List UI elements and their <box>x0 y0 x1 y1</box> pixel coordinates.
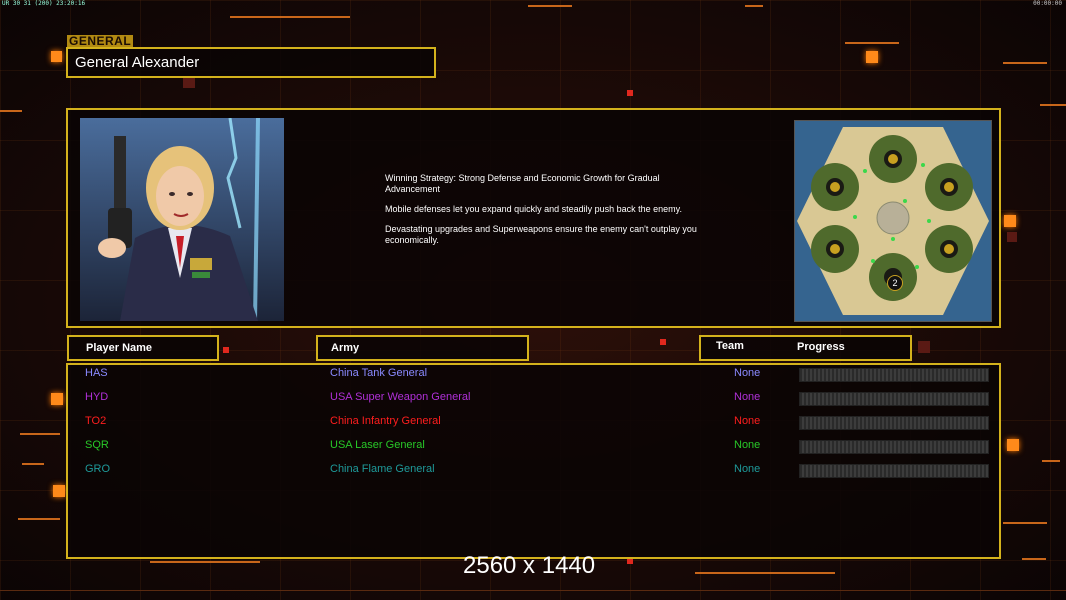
deco-square <box>866 51 878 63</box>
deco-line <box>1003 522 1047 524</box>
strategy-line-2: Mobile defenses let you expand quickly a… <box>385 204 683 214</box>
deco-line <box>0 110 22 112</box>
player-name: HAS <box>85 367 108 379</box>
player-name: TO2 <box>85 415 107 427</box>
header-army: Army <box>331 342 360 354</box>
header-team: Team <box>716 340 744 352</box>
status-bar-right: 00:00:00 <box>1033 0 1062 7</box>
player-team: None <box>734 439 761 451</box>
player-team: None <box>734 463 761 475</box>
player-team: None <box>734 391 761 403</box>
deco-line <box>528 5 572 7</box>
deco-line <box>745 5 763 7</box>
deco-line <box>1003 62 1047 64</box>
player-progress-bar <box>799 464 989 478</box>
deco-square <box>918 341 930 353</box>
player-row: HYD USA Super Weapon General None <box>0 391 1066 415</box>
general-portrait <box>80 118 284 321</box>
player-army: China Flame General <box>330 463 435 475</box>
deco-line <box>1040 104 1066 106</box>
player-progress-bar <box>799 440 989 454</box>
header-player-name: Player Name <box>86 342 153 354</box>
player-progress-bar <box>799 392 989 406</box>
deco-square <box>223 347 229 353</box>
status-bar-left: UR 30 31 (200) 23:20:16 <box>2 0 86 7</box>
player-army: China Tank General <box>330 367 428 379</box>
general-portrait-image <box>80 118 284 321</box>
deco-square <box>627 90 633 96</box>
player-team: None <box>734 367 761 379</box>
player-army: China Infantry General <box>330 415 441 427</box>
deco-square <box>1004 215 1016 227</box>
deco-line <box>1022 558 1046 560</box>
deco-line <box>230 16 350 18</box>
player-army: USA Super Weapon General <box>330 391 471 403</box>
strategy-line-3: Devastating upgrades and Superweapons en… <box>385 224 697 245</box>
player-team: None <box>734 415 761 427</box>
map-preview: 2 <box>794 120 992 322</box>
player-army: USA Laser General <box>330 439 425 451</box>
player-name: GRO <box>85 463 111 475</box>
deco-line <box>695 572 835 574</box>
player-name: HYD <box>85 391 109 403</box>
player-row: SQR USA Laser General None <box>0 439 1066 463</box>
player-name: SQR <box>85 439 109 451</box>
general-name: General Alexander <box>75 54 200 71</box>
player-progress-bar <box>799 416 989 430</box>
general-tag: GENERAL <box>67 34 134 48</box>
player-progress-bar <box>799 368 989 382</box>
deco-square <box>51 51 62 62</box>
deco-square <box>1007 232 1017 242</box>
deco-line <box>18 518 60 520</box>
map-player-marker: 2 <box>887 275 903 291</box>
deco-line <box>150 561 260 563</box>
map-preview-image <box>795 121 991 321</box>
resolution-label: 2560 x 1440 <box>463 552 596 579</box>
player-row: GRO China Flame General None <box>0 463 1066 487</box>
header-progress: Progress <box>797 341 845 353</box>
deco-square <box>183 78 195 88</box>
deco-square <box>660 339 666 345</box>
player-row: TO2 China Infantry General None <box>0 415 1066 439</box>
strategy-line-1: Winning Strategy: Strong Defense and Eco… <box>385 173 660 194</box>
strategy-description: Winning Strategy: Strong Defense and Eco… <box>385 173 715 255</box>
deco-line <box>845 42 899 44</box>
player-row: HAS China Tank General None <box>0 367 1066 391</box>
deco-line <box>0 590 1066 591</box>
